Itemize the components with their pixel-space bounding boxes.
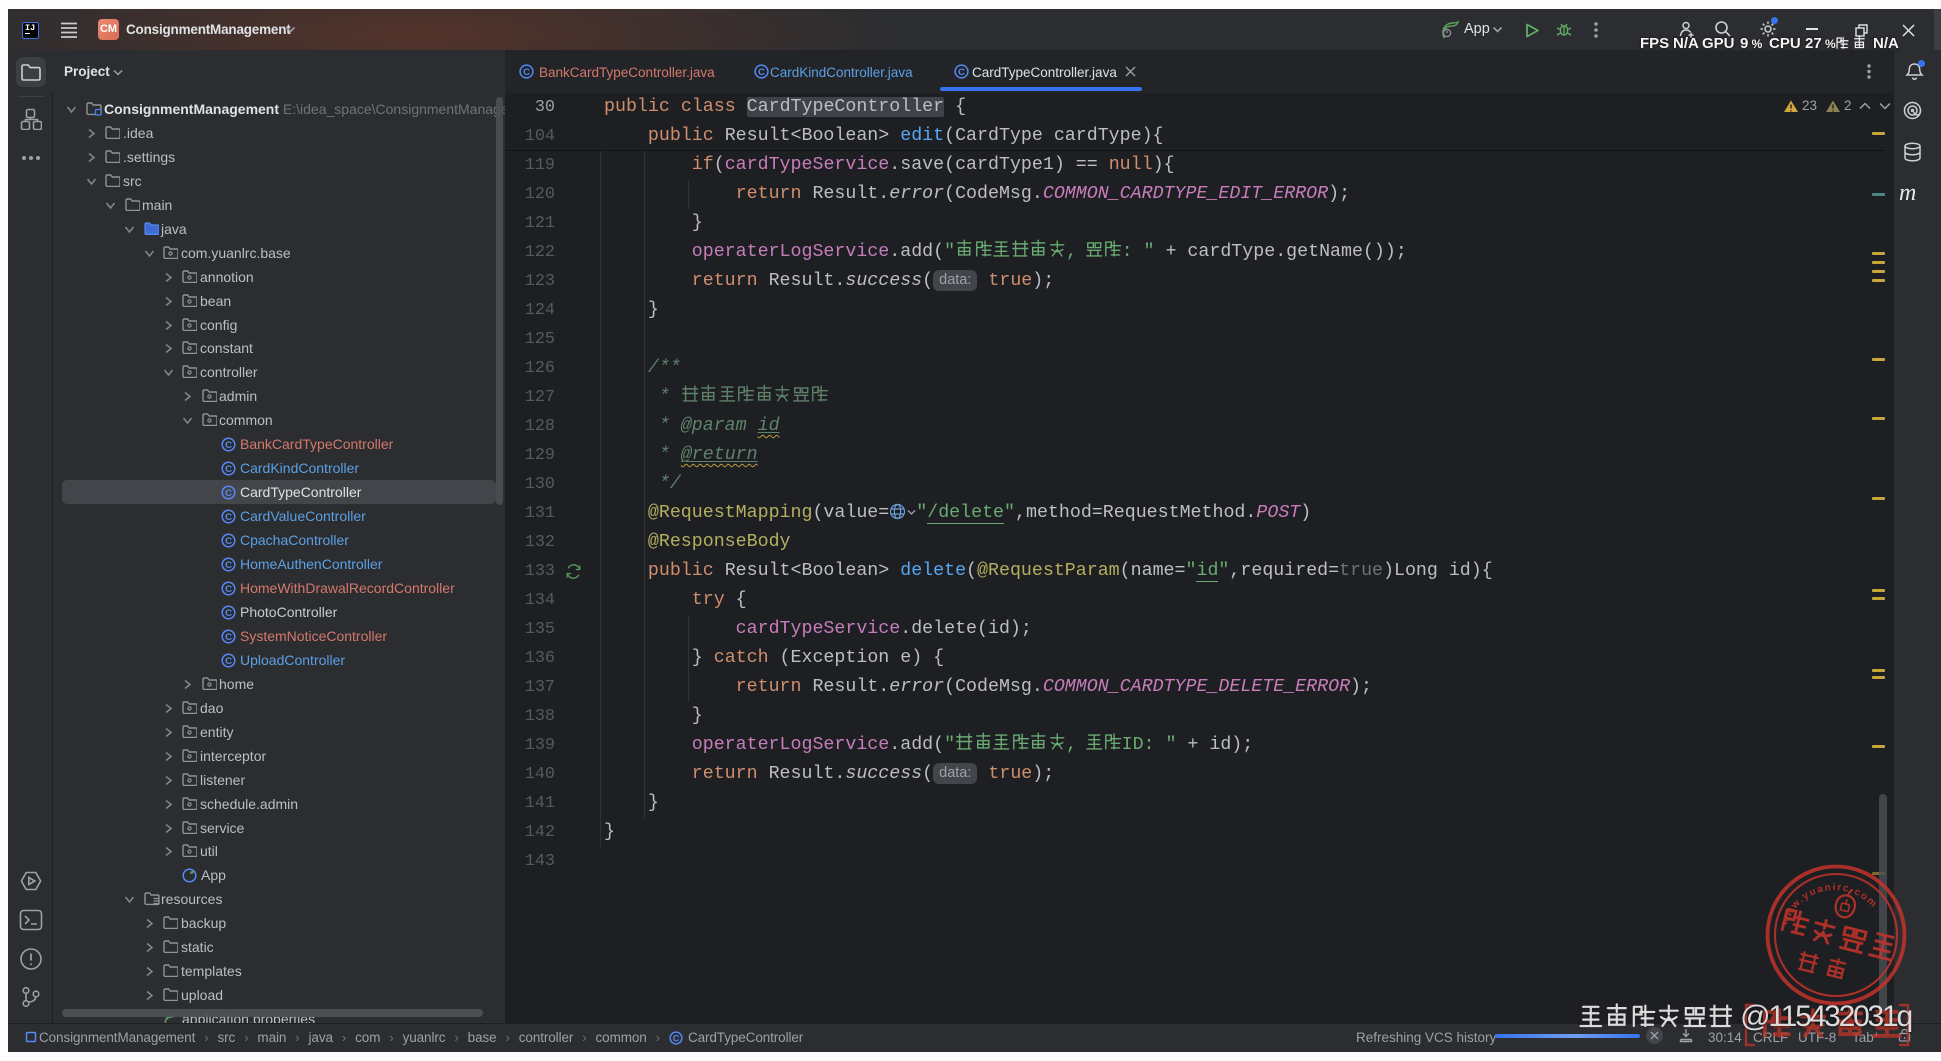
svg-text:C: C [225, 584, 232, 595]
svg-text:C: C [225, 632, 232, 643]
svg-text:C: C [225, 656, 232, 667]
svg-text:C: C [758, 67, 765, 78]
svg-text:C: C [225, 512, 232, 523]
svg-text:C: C [225, 488, 232, 499]
svg-text:C: C [225, 536, 232, 547]
svg-text:C: C [958, 67, 965, 78]
svg-text:C: C [225, 464, 232, 475]
svg-text:C: C [225, 560, 232, 571]
svg-text:C: C [673, 1033, 680, 1043]
svg-text:C: C [523, 67, 530, 78]
svg-text:C: C [225, 440, 232, 451]
svg-text:C: C [225, 608, 232, 619]
